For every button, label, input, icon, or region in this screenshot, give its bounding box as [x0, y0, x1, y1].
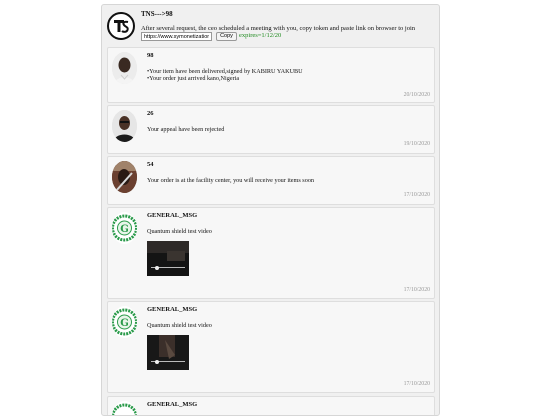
message-card[interactable]: 98 •Your item have been delivered,signed…	[107, 47, 435, 103]
message-line: •Your order just arrived kano,Nigeria	[147, 75, 240, 82]
message-line: •Your item have been delivered,signed by…	[147, 68, 303, 75]
sender-name: 26	[147, 110, 154, 117]
avatar	[112, 52, 137, 84]
message-card[interactable]: 26 Your appeal have been rejected 19/10/…	[107, 105, 435, 154]
expiry-text: expires=1/12/20	[239, 32, 282, 39]
seal-logo-icon: G	[112, 306, 137, 338]
message-line: Quantum shield test video	[147, 322, 212, 329]
copy-button[interactable]: Copy	[216, 32, 237, 41]
message-line: Your appeal have been rejected	[147, 126, 225, 133]
token-notice: TNS--->98 After several request, the ceo…	[102, 5, 439, 47]
sender-name: GENERAL_MSG	[147, 212, 198, 219]
message-card[interactable]: G GENERAL_MSG Quantum shield test video …	[107, 207, 435, 299]
message-card[interactable]: G GENERAL_MSG Quantum shield test video …	[107, 301, 435, 393]
notice-title: TNS--->98	[141, 10, 173, 18]
message-date: 17/10/2020	[403, 381, 430, 387]
tns-logo-icon	[107, 12, 135, 40]
sender-name: 98	[147, 52, 154, 59]
sender-name: GENERAL_MSG	[147, 306, 198, 313]
message-line: Quantum shield test video	[147, 228, 212, 235]
seal-logo-icon	[112, 401, 137, 415]
video-thumbnail[interactable]	[147, 241, 189, 276]
video-thumbnail[interactable]	[147, 335, 189, 370]
message-line: Your order is at the facility center, yo…	[147, 177, 315, 184]
svg-text:G: G	[120, 224, 129, 235]
meeting-link-input[interactable]	[141, 32, 212, 41]
seal-logo-icon: G	[112, 212, 137, 244]
message-date: 17/10/2020	[403, 192, 430, 198]
video-scrubber-handle[interactable]	[155, 359, 159, 364]
message-date: 19/10/2020	[403, 141, 430, 147]
message-date: 17/10/2020	[403, 287, 430, 293]
avatar	[112, 110, 137, 142]
messages-panel: TNS--->98 After several request, the ceo…	[101, 4, 440, 416]
sender-name: 54	[147, 161, 154, 168]
video-scrubber-handle[interactable]	[155, 265, 159, 270]
message-date: 20/10/2020	[403, 92, 430, 98]
svg-text:G: G	[120, 318, 129, 329]
notice-text: After several request, the ceo scheduled…	[141, 25, 416, 32]
avatar	[112, 161, 137, 193]
message-card[interactable]: 54 Your order is at the facility center,…	[107, 156, 435, 205]
message-card[interactable]: GENERAL_MSG	[107, 396, 435, 415]
